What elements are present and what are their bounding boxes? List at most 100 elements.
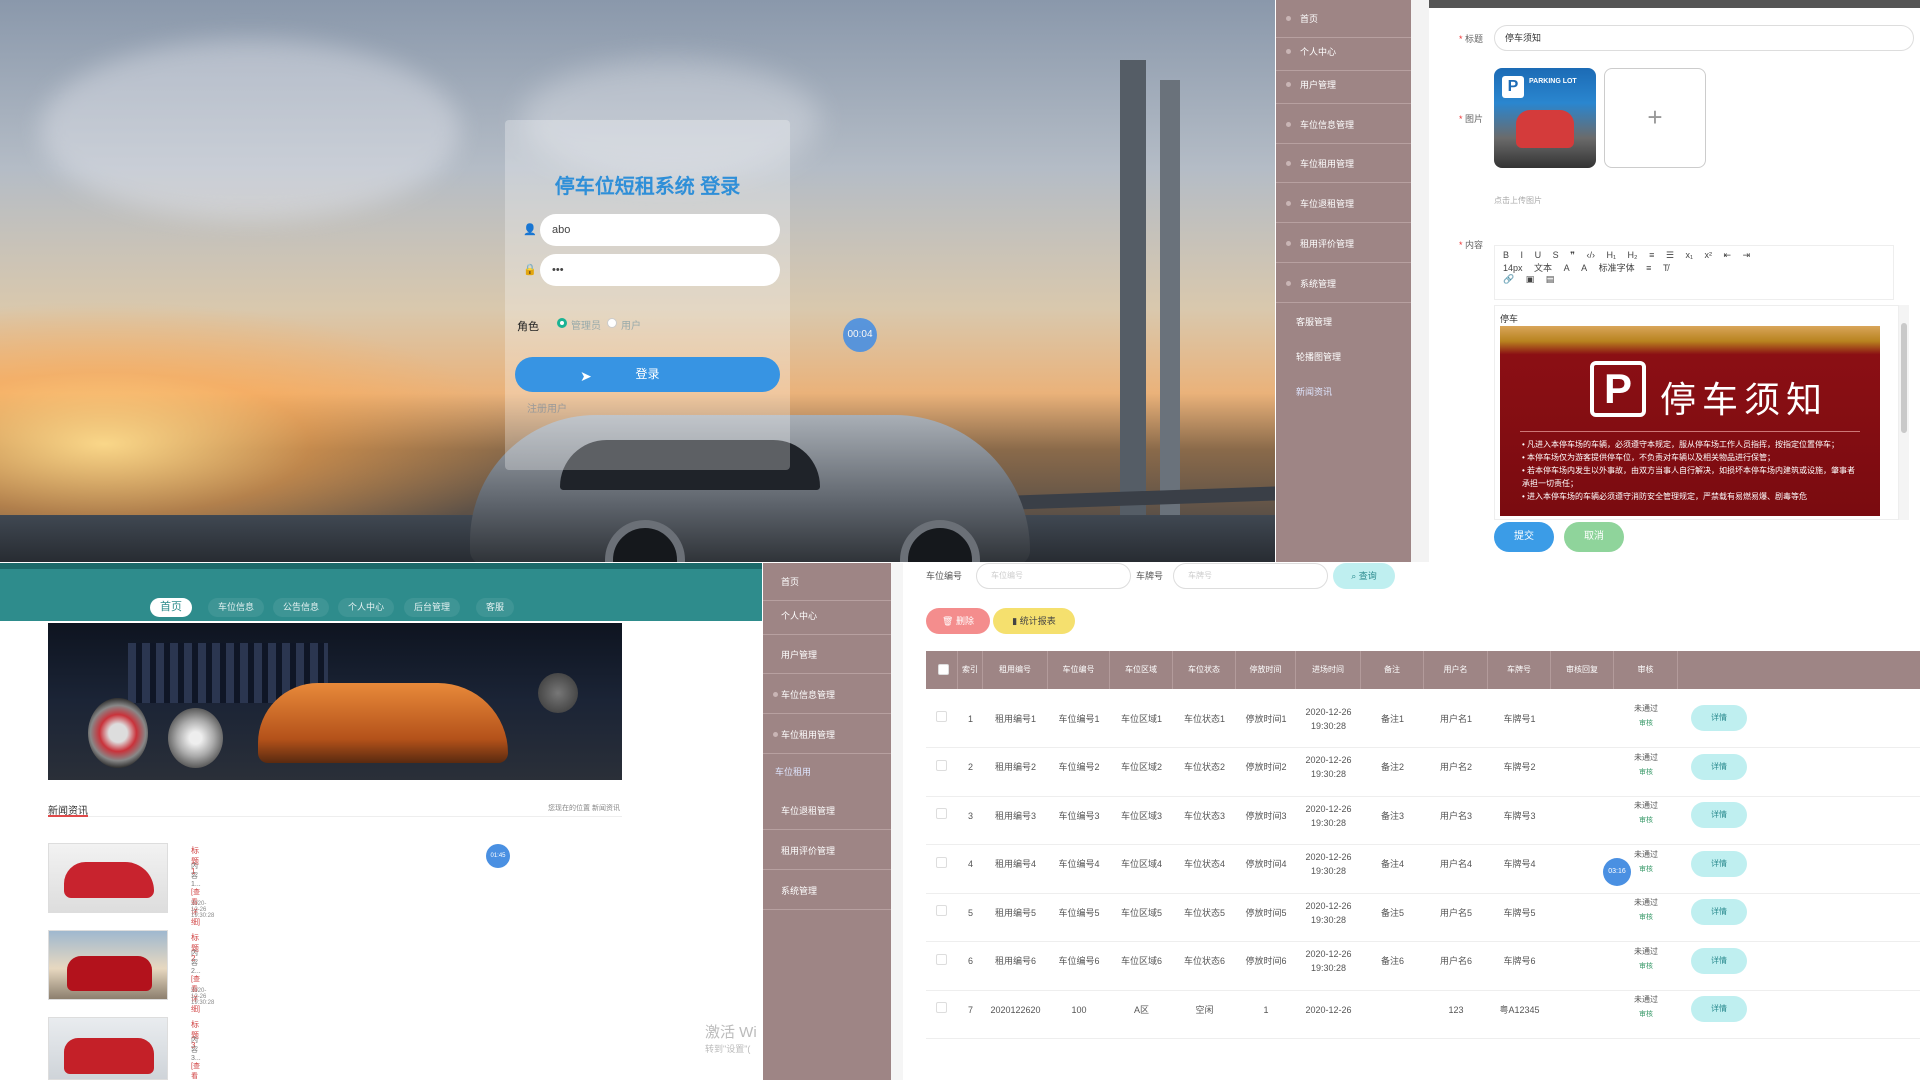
- subscript-button[interactable]: x₁: [1685, 250, 1693, 260]
- row-checkbox[interactable]: [936, 905, 947, 916]
- plate-number-input[interactable]: 车牌号: [1173, 563, 1328, 589]
- news-thumbnail[interactable]: [48, 843, 168, 913]
- format-select[interactable]: 文本: [1534, 261, 1552, 274]
- role-admin-radio[interactable]: [557, 318, 567, 328]
- th-note[interactable]: 备注: [1361, 651, 1424, 689]
- scroll-thumb[interactable]: [1901, 323, 1907, 433]
- sidebar-item-spot-info[interactable]: 车位信息管理: [763, 676, 891, 714]
- detail-button[interactable]: 详情: [1691, 802, 1747, 828]
- nav-service[interactable]: 客服: [476, 598, 515, 617]
- role-user-radio[interactable]: [607, 318, 617, 328]
- font-size-select[interactable]: 14px: [1503, 263, 1523, 273]
- underline-button[interactable]: U: [1535, 250, 1542, 260]
- sidebar-item-service[interactable]: 客服管理: [1276, 303, 1411, 341]
- news-thumbnail[interactable]: [48, 930, 168, 1000]
- th-audit[interactable]: 审核: [1614, 651, 1678, 689]
- password-input[interactable]: •••: [540, 254, 780, 286]
- superscript-button[interactable]: x²: [1705, 250, 1713, 260]
- register-link[interactable]: 注册用户: [527, 400, 567, 415]
- sidebar-item-return[interactable]: 车位退租管理: [763, 792, 891, 830]
- th-index[interactable]: 索引: [958, 651, 983, 689]
- detail-button[interactable]: 详情: [1691, 753, 1747, 780]
- quote-button[interactable]: ❞: [1570, 250, 1575, 261]
- th-rent-no[interactable]: 租用编号: [983, 651, 1048, 689]
- align-button[interactable]: ≡: [1646, 263, 1651, 273]
- editor-content-area[interactable]: 停车 P 停车须知 • 凡进入本停车场的车辆，必须遵守本规定，服从停车场工作人员…: [1494, 305, 1899, 520]
- row-checkbox[interactable]: [936, 953, 947, 965]
- th-audit-reply[interactable]: 审核回复: [1551, 651, 1614, 689]
- nav-profile[interactable]: 个人中心: [338, 598, 395, 617]
- row-checkbox[interactable]: [936, 759, 947, 771]
- sidebar-item-news[interactable]: 新闻资讯: [1276, 373, 1411, 411]
- font-color-button[interactable]: A: [1564, 263, 1570, 273]
- row-checkbox[interactable]: [936, 1002, 947, 1013]
- sidebar-item-rent[interactable]: 车位租用管理: [1276, 145, 1411, 183]
- sidebar-item-rent-sub[interactable]: 车位租用: [763, 753, 891, 791]
- row-checkbox[interactable]: [936, 711, 947, 722]
- th-spot-no[interactable]: 车位编号: [1048, 651, 1110, 689]
- bg-color-button[interactable]: A: [1581, 263, 1587, 273]
- link-icon[interactable]: 🔗: [1503, 274, 1514, 285]
- nav-notice[interactable]: 公告信息: [273, 598, 330, 617]
- sidebar-item-rent[interactable]: 车位租用管理: [763, 716, 891, 754]
- uploaded-image[interactable]: P PARKING LOT: [1494, 68, 1596, 168]
- cancel-button[interactable]: 取消: [1564, 522, 1624, 552]
- stats-report-button[interactable]: ▮ 统计报表: [993, 608, 1075, 634]
- sidebar-item-users[interactable]: 用户管理: [763, 636, 891, 674]
- sidebar-item-carousel[interactable]: 轮播图管理: [1276, 338, 1411, 376]
- video-icon[interactable]: ▤: [1546, 274, 1555, 285]
- login-button[interactable]: 登录: [515, 357, 780, 392]
- clear-format-button[interactable]: T̸: [1663, 263, 1669, 273]
- detail-button[interactable]: 详情: [1691, 996, 1747, 1022]
- th-state[interactable]: 车位状态: [1173, 651, 1236, 689]
- sidebar-item-home[interactable]: 首页: [763, 563, 891, 601]
- italic-button[interactable]: I: [1521, 250, 1524, 260]
- row-checkbox[interactable]: [936, 856, 947, 868]
- detail-button[interactable]: 详情: [1691, 850, 1747, 877]
- code-button[interactable]: ‹/›: [1586, 250, 1595, 260]
- outdent-button[interactable]: ⇤: [1724, 250, 1732, 261]
- spot-number-input[interactable]: 车位编号: [976, 563, 1131, 589]
- carousel-banner[interactable]: [48, 623, 622, 780]
- news-detail-link[interactable]: [查看详细]: [191, 1061, 200, 1080]
- image-icon[interactable]: ▣: [1526, 274, 1535, 285]
- sidebar-item-review[interactable]: 租用评价管理: [1276, 225, 1411, 263]
- th-area[interactable]: 车位区域: [1110, 651, 1173, 689]
- h2-button[interactable]: H₂: [1628, 250, 1638, 260]
- th-enter-time[interactable]: 进场时间: [1296, 651, 1361, 689]
- nav-home[interactable]: 首页: [150, 598, 192, 617]
- sidebar-item-system[interactable]: 系统管理: [1276, 265, 1411, 303]
- sidebar-item-system[interactable]: 系统管理: [763, 872, 891, 910]
- select-all-checkbox[interactable]: [938, 664, 949, 675]
- audit-link[interactable]: 审核: [1614, 718, 1678, 728]
- sidebar-item-users[interactable]: 用户管理: [1276, 66, 1411, 104]
- th-plate[interactable]: 车牌号: [1488, 651, 1551, 689]
- editor-scrollbar[interactable]: [1899, 305, 1909, 520]
- detail-button[interactable]: 详情: [1691, 899, 1747, 925]
- audit-link[interactable]: 审核: [1614, 767, 1678, 777]
- audit-link[interactable]: 审核: [1614, 961, 1678, 971]
- add-image-button[interactable]: +: [1604, 68, 1706, 168]
- sidebar-item-profile[interactable]: 个人中心: [763, 597, 891, 635]
- delete-button[interactable]: 🗑 删除: [926, 608, 990, 634]
- bold-button[interactable]: B: [1503, 250, 1509, 260]
- audit-link[interactable]: 审核: [1614, 1009, 1678, 1019]
- sidebar-item-spot-info[interactable]: 车位信息管理: [1276, 106, 1411, 144]
- nav-admin[interactable]: 后台管理: [404, 598, 461, 617]
- submit-button[interactable]: 提交: [1494, 522, 1554, 552]
- detail-button[interactable]: 详情: [1691, 947, 1747, 974]
- sidebar-item-return[interactable]: 车位退租管理: [1276, 185, 1411, 223]
- indent-button[interactable]: ⇥: [1743, 250, 1751, 261]
- audit-link[interactable]: 审核: [1614, 815, 1678, 825]
- strike-button[interactable]: S: [1553, 250, 1559, 260]
- font-family-select[interactable]: 标准字体: [1599, 261, 1635, 274]
- table-row[interactable]: 7 2020122620 100 A区 空闲 1 2020-12-26 123 粤A12345 未…: [926, 980, 1920, 1039]
- sidebar-item-review[interactable]: 租用评价管理: [763, 832, 891, 870]
- detail-button[interactable]: 详情: [1691, 705, 1747, 731]
- bullet-list-button[interactable]: ☰: [1666, 250, 1674, 261]
- news-thumbnail[interactable]: [48, 1017, 168, 1080]
- th-park-time[interactable]: 停放时间: [1236, 651, 1296, 689]
- username-input[interactable]: abo: [540, 214, 780, 246]
- th-user[interactable]: 用户名: [1424, 651, 1488, 689]
- h1-button[interactable]: H₁: [1606, 250, 1616, 260]
